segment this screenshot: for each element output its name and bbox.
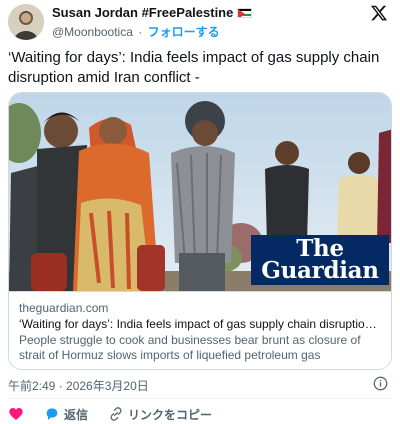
action-bar: 返信 リンクをコピー bbox=[8, 404, 392, 424]
card-image[interactable]: The Guardian bbox=[9, 93, 391, 291]
tweet-text: ‘Waiting for days’: India feels impact o… bbox=[8, 49, 380, 86]
link-icon bbox=[110, 407, 122, 421]
card-title: ‘Waiting for days’: India feels impact o… bbox=[19, 317, 383, 331]
timestamp[interactable]: 午前2:49 · 2026年3月20日 bbox=[8, 379, 149, 393]
reply-button[interactable]: 返信 bbox=[44, 406, 88, 423]
card-domain: theguardian.com bbox=[19, 301, 109, 315]
heart-icon bbox=[9, 408, 23, 420]
link-card[interactable]: The Guardian theguardian.com ‘Waiting fo… bbox=[8, 92, 392, 370]
user-handle[interactable]: @Moonbootica bbox=[52, 25, 133, 39]
tweet-header: Susan Jordan #FreePalestine @Moonbootica… bbox=[8, 0, 392, 44]
x-logo-icon[interactable] bbox=[370, 4, 388, 22]
logo-line-2: Guardian bbox=[261, 257, 379, 284]
reply-icon bbox=[46, 408, 58, 420]
copy-link-button[interactable]: リンクをコピー bbox=[108, 406, 212, 423]
card-description: People struggle to cook and businesses b… bbox=[19, 333, 361, 362]
follow-button[interactable]: フォローする bbox=[148, 25, 220, 39]
avatar-image bbox=[8, 4, 44, 40]
card-info[interactable]: theguardian.com ‘Waiting for days’: Indi… bbox=[9, 291, 391, 369]
divider bbox=[8, 398, 392, 399]
palestine-flag-icon bbox=[237, 7, 253, 18]
handle-row: @Moonbootica · フォローする bbox=[52, 23, 220, 40]
reply-label: 返信 bbox=[64, 407, 89, 422]
avatar[interactable] bbox=[8, 4, 44, 40]
like-button[interactable] bbox=[8, 406, 24, 422]
copy-link-label: リンクをコピー bbox=[128, 407, 213, 422]
guardian-logo: The Guardian bbox=[251, 235, 389, 285]
info-icon[interactable] bbox=[373, 376, 388, 391]
display-name-text: Susan Jordan #FreePalestine bbox=[52, 5, 234, 20]
separator-dot: · bbox=[138, 25, 143, 39]
user-display-name[interactable]: Susan Jordan #FreePalestine bbox=[52, 5, 253, 20]
tweet-meta: 午前2:49 · 2026年3月20日 bbox=[8, 376, 392, 393]
